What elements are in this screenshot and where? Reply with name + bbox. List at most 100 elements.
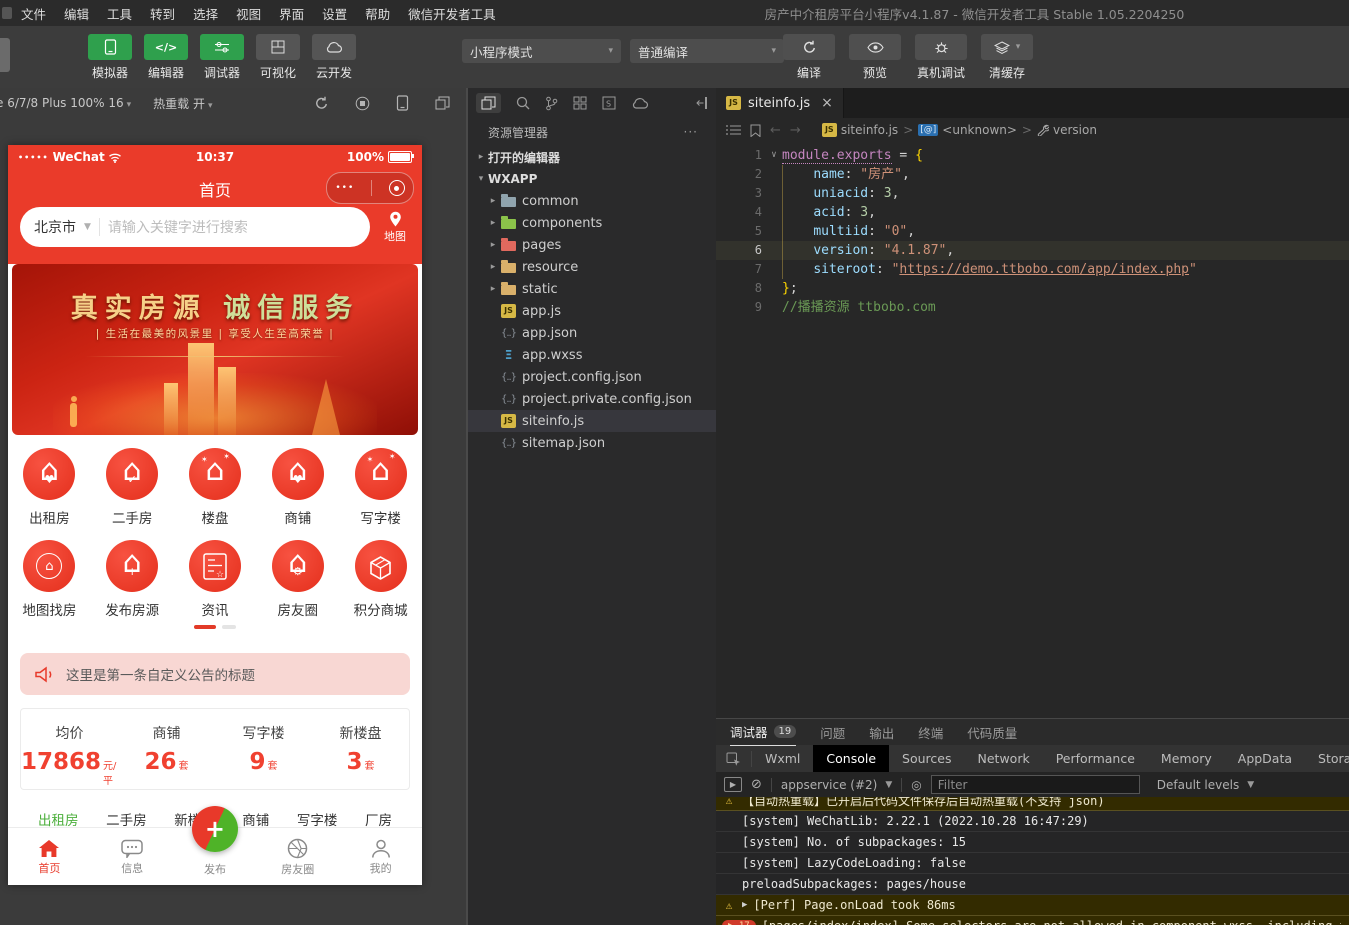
devtools-tab-sources[interactable]: Sources [889, 745, 964, 772]
menu-item-0[interactable]: 文件 [12, 4, 55, 23]
inspect-icon[interactable] [716, 751, 752, 767]
panel-tab-1[interactable]: 问题 [820, 719, 845, 745]
map-button[interactable]: 地图 [378, 211, 412, 244]
grid-item-7[interactable]: ☆资讯 [174, 540, 257, 619]
hot-reload-toggle[interactable]: 热重载 开▾ [153, 95, 212, 112]
category-tab-5[interactable]: 厂房 [365, 809, 392, 827]
code-area[interactable]: 1∨module.exports = {2 name: "房产",3 uniac… [716, 142, 1349, 317]
menu-item-7[interactable]: 设置 [313, 4, 356, 23]
tree-item-common[interactable]: ▸common [468, 190, 718, 212]
context-select[interactable]: appservice (#2) ▼ [781, 778, 892, 792]
tabbar-item-1[interactable]: 信息 [91, 828, 174, 885]
expand-icon[interactable]: ▶ [742, 900, 747, 910]
tree-item-pages[interactable]: ▸pages [468, 234, 718, 256]
action-button-1[interactable]: 预览 [849, 34, 901, 81]
panel-tab-4[interactable]: 代码质量 [967, 719, 1017, 745]
tabbar-item-2[interactable]: +发布 [174, 828, 257, 885]
clear-console-icon[interactable]: ⊘ [751, 777, 762, 792]
run-icon[interactable]: ▶ [724, 777, 742, 792]
close-icon[interactable]: × [821, 95, 833, 111]
editor-tab-siteinfo[interactable]: JS siteinfo.js × [716, 88, 844, 118]
log-levels-select[interactable]: Default levels ▼ [1157, 778, 1254, 792]
grid-item-3[interactable]: ⌂♥商铺 [256, 448, 339, 527]
devtools-tab-storage[interactable]: Storage [1305, 745, 1349, 772]
breadcrumb-item-2[interactable]: version [1037, 123, 1097, 137]
breadcrumb-item-0[interactable]: JSsiteinfo.js [822, 123, 898, 137]
more-icon[interactable]: ••• [335, 183, 354, 193]
tree-item-resource[interactable]: ▸resource [468, 256, 718, 278]
search-icon[interactable] [516, 96, 530, 110]
action-button-2[interactable]: 真机调试 [915, 34, 967, 81]
menu-item-8[interactable]: 帮助 [356, 4, 399, 23]
profile-icon[interactable] [0, 38, 10, 72]
snippets-icon[interactable]: S [602, 96, 616, 110]
bookmark-icon[interactable] [750, 124, 761, 137]
menu-item-9[interactable]: 微信开发者工具 [399, 4, 505, 23]
toolbar-button-0[interactable]: 模拟器 [86, 34, 134, 81]
grid-item-0[interactable]: ⌂♥出租房 [8, 448, 91, 527]
record-icon[interactable] [355, 95, 370, 111]
breadcrumb-item-1[interactable]: [@]<unknown> [918, 123, 1017, 137]
category-tab-1[interactable]: 二手房 [106, 809, 147, 827]
devtools-tab-memory[interactable]: Memory [1148, 745, 1225, 772]
eye-icon[interactable]: ◎ [911, 778, 921, 792]
grid-item-6[interactable]: ⌂+发布房源 [91, 540, 174, 619]
tree-item-app.wxss[interactable]: Ξapp.wxss [468, 344, 718, 366]
devtools-tab-console[interactable]: Console [813, 745, 889, 772]
publish-icon[interactable]: + [192, 806, 238, 852]
tabbar-item-3[interactable]: 房友圈 [256, 828, 339, 885]
tree-item-sitemap.json[interactable]: {..}sitemap.json [468, 432, 718, 454]
outline-list-icon[interactable] [726, 124, 741, 136]
collapse-sidebar-icon[interactable] [696, 96, 710, 110]
grid-item-5[interactable]: ⌂地图找房 [8, 540, 91, 619]
dot-inactive[interactable] [222, 625, 236, 629]
action-button-0[interactable]: 编译 [783, 34, 835, 81]
notice-bar[interactable]: 这里是第一条自定义公告的标题 [20, 653, 410, 695]
toolbar-button-3[interactable]: 可视化 [254, 34, 302, 81]
tree-item-app.js[interactable]: JSapp.js [468, 300, 718, 322]
tree-item-[interactable]: ▸打开的编辑器 [468, 146, 718, 168]
category-tab-3[interactable]: 商铺 [242, 809, 269, 827]
console-filter-input[interactable] [931, 775, 1140, 794]
tree-item-WXAPP[interactable]: ▾WXAPP [468, 168, 718, 190]
source-control-icon[interactable] [545, 96, 558, 111]
back-icon[interactable]: ← [770, 123, 781, 138]
device-select[interactable]: e 6/7/8 Plus 100% 16▾ [0, 96, 131, 110]
grid-item-9[interactable]: 积分商城 [339, 540, 422, 619]
grid-item-1[interactable]: ⌂✓二手房 [91, 448, 174, 527]
menu-item-6[interactable]: 界面 [270, 4, 313, 23]
city-select[interactable]: 北京市 [34, 217, 76, 237]
tree-item-app.json[interactable]: {..}app.json [468, 322, 718, 344]
category-tab-0[interactable]: 出租房 [38, 809, 79, 827]
devtools-tab-network[interactable]: Network [965, 745, 1043, 772]
menu-item-1[interactable]: 编辑 [55, 4, 98, 23]
category-tab-4[interactable]: 写字楼 [297, 809, 338, 827]
exit-icon[interactable] [389, 180, 405, 196]
tree-item-project.private.config.json[interactable]: {..}project.private.config.json [468, 388, 718, 410]
tree-item-components[interactable]: ▸components [468, 212, 718, 234]
tabbar-item-0[interactable]: 首页 [8, 828, 91, 885]
search-input[interactable]: 北京市 ▼ 请输入关键字进行搜索 [20, 207, 370, 247]
device-frame-icon[interactable] [396, 95, 409, 111]
extensions-icon[interactable] [573, 96, 587, 110]
tree-item-siteinfo.js[interactable]: JSsiteinfo.js [468, 410, 718, 432]
banner-carousel[interactable]: 真实房源 诚信服务 | 生活在最美的风景里 | 享受人生至高荣誉 | [12, 264, 418, 435]
group-count-badge[interactable]: ▶ 17 [722, 920, 756, 925]
panel-tab-2[interactable]: 输出 [869, 719, 894, 745]
wechat-capsule[interactable]: ••• [326, 172, 414, 204]
tabbar-item-4[interactable]: 我的 [339, 828, 422, 885]
grid-item-8[interactable]: ⌂⚙房友圈 [256, 540, 339, 619]
forward-icon[interactable]: → [790, 123, 801, 138]
toolbar-button-2[interactable]: 调试器 [198, 34, 246, 81]
tree-item-static[interactable]: ▸static [468, 278, 718, 300]
panel-tab-3[interactable]: 终端 [918, 719, 943, 745]
files-icon[interactable] [476, 93, 501, 113]
menu-item-3[interactable]: 转到 [141, 4, 184, 23]
devtools-tab-appdata[interactable]: AppData [1225, 745, 1305, 772]
menu-item-2[interactable]: 工具 [98, 4, 141, 23]
menu-item-5[interactable]: 视图 [227, 4, 270, 23]
cloud-icon[interactable] [631, 97, 649, 109]
panel-tab-0[interactable]: 调试器19 [730, 719, 796, 746]
grid-item-4[interactable]: ⌂✶✶写字楼 [339, 448, 422, 527]
multi-window-icon[interactable] [435, 95, 450, 111]
